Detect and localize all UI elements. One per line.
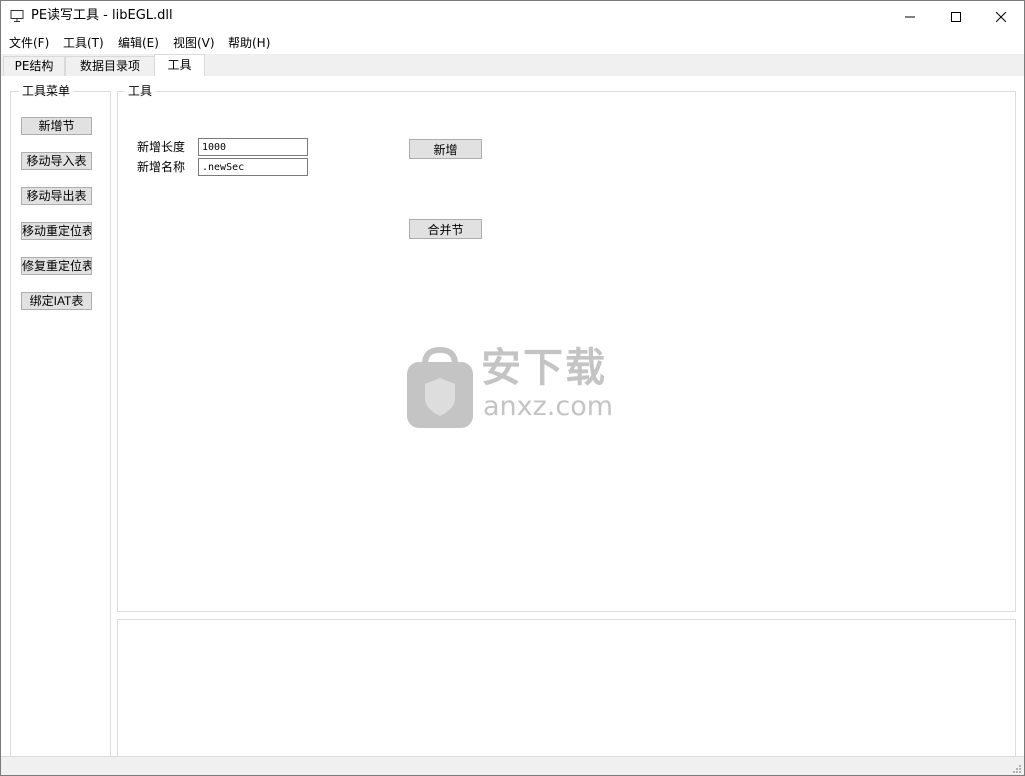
close-icon bbox=[996, 11, 1006, 22]
add-section-button[interactable]: 新增节 bbox=[21, 117, 92, 135]
move-import-table-button[interactable]: 移动导入表 bbox=[21, 152, 92, 170]
tab-content: 工具菜单 新增节 移动导入表 移动导出表 移动重定位表 修复重定位表 绑定IAT… bbox=[1, 76, 1024, 763]
shield-bag-icon bbox=[407, 346, 473, 428]
monitor-icon bbox=[10, 10, 24, 22]
close-button[interactable] bbox=[978, 1, 1024, 32]
move-export-table-button[interactable]: 移动导出表 bbox=[21, 187, 92, 205]
watermark-text-en: anxz.com bbox=[483, 391, 614, 422]
tool-menu-title: 工具菜单 bbox=[19, 83, 74, 99]
add-button[interactable]: 新增 bbox=[409, 139, 482, 159]
tab-tools[interactable]: 工具 bbox=[154, 54, 205, 77]
output-panel bbox=[117, 619, 1016, 761]
menu-view[interactable]: 视图(V) bbox=[173, 35, 215, 51]
fix-reloc-table-button[interactable]: 修复重定位表 bbox=[21, 257, 92, 275]
tab-data-directory[interactable]: 数据目录项 bbox=[65, 56, 155, 76]
minimize-icon bbox=[905, 16, 915, 17]
tab-pe-structure[interactable]: PE结构 bbox=[3, 56, 65, 76]
watermark: 安下载 anxz.com bbox=[403, 346, 623, 436]
resize-grip-icon[interactable] bbox=[1012, 764, 1022, 774]
tool-menu-group: 工具菜单 新增节 移动导入表 移动导出表 移动重定位表 修复重定位表 绑定IAT… bbox=[10, 83, 111, 763]
menu-tools[interactable]: 工具(T) bbox=[63, 35, 104, 51]
merge-sections-button[interactable]: 合并节 bbox=[409, 219, 482, 239]
new-name-input[interactable]: .newSec bbox=[198, 158, 308, 176]
menu-bar: 文件(F) 工具(T) 编辑(E) 视图(V) 帮助(H) bbox=[1, 32, 1024, 54]
tab-strip: PE结构 数据目录项 工具 bbox=[1, 54, 1024, 77]
window-title: PE读写工具 - libEGL.dll bbox=[31, 8, 173, 23]
tools-group-title: 工具 bbox=[125, 83, 156, 99]
new-name-label: 新增名称 bbox=[137, 160, 186, 174]
new-length-input[interactable]: 1000 bbox=[198, 138, 308, 156]
maximize-button[interactable] bbox=[933, 1, 979, 32]
move-reloc-table-button[interactable]: 移动重定位表 bbox=[21, 222, 92, 240]
bind-iat-button[interactable]: 绑定IAT表 bbox=[21, 292, 92, 310]
title-bar[interactable]: PE读写工具 - libEGL.dll bbox=[1, 1, 1024, 32]
maximize-icon bbox=[951, 11, 961, 22]
new-length-label: 新增长度 bbox=[137, 140, 186, 154]
minimize-button[interactable] bbox=[887, 1, 933, 32]
menu-help[interactable]: 帮助(H) bbox=[228, 35, 270, 51]
app-window: PE读写工具 - libEGL.dll 文件(F) 工具(T) 编辑(E) 视图… bbox=[0, 0, 1025, 776]
menu-file[interactable]: 文件(F) bbox=[9, 35, 49, 51]
status-bar bbox=[1, 756, 1024, 775]
watermark-text-cn: 安下载 bbox=[481, 345, 607, 391]
menu-edit[interactable]: 编辑(E) bbox=[118, 35, 159, 51]
